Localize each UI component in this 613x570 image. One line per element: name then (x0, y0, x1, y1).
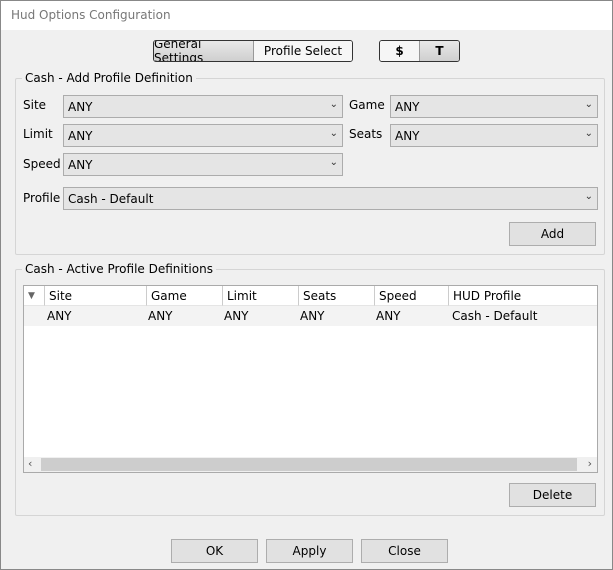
chevron-down-icon: ⌄ (329, 157, 338, 168)
profile-value: Cash - Default (68, 192, 154, 206)
chevron-down-icon: ⌄ (584, 191, 593, 202)
delete-button[interactable]: Delete (509, 483, 596, 507)
column-header-site[interactable]: Site (44, 286, 146, 306)
site-combo[interactable]: ANY ⌄ (63, 95, 343, 118)
mode-toggle: $ T (379, 40, 460, 62)
seats-label: Seats (349, 127, 383, 141)
seats-combo[interactable]: ANY ⌄ (390, 124, 598, 147)
title-bar: Hud Options Configuration (0, 0, 613, 30)
cell-speed: ANY (376, 309, 401, 323)
cell-site: ANY (47, 309, 72, 323)
settings-tabs: General Settings Profile Select (153, 40, 353, 62)
chevron-down-icon: ⌄ (584, 128, 593, 139)
profile-label: Profile (23, 191, 61, 205)
add-profile-group-title: Cash - Add Profile Definition (22, 71, 196, 85)
apply-button[interactable]: Apply (266, 539, 353, 563)
column-header-seats[interactable]: Seats (298, 286, 374, 306)
tab-profile-select[interactable]: Profile Select (254, 41, 352, 61)
chevron-down-icon: ⌄ (329, 99, 338, 110)
tab-general-settings[interactable]: General Settings (154, 41, 254, 61)
seats-value: ANY (395, 129, 420, 143)
game-combo[interactable]: ANY ⌄ (390, 95, 598, 118)
column-header-hud-profile[interactable]: HUD Profile (448, 286, 597, 306)
limit-value: ANY (68, 129, 93, 143)
scroll-left-icon[interactable]: ‹ (28, 457, 32, 470)
cell-limit: ANY (224, 309, 249, 323)
chevron-down-icon: ⌄ (584, 99, 593, 110)
column-header-game[interactable]: Game (146, 286, 222, 306)
sort-dropdown-icon[interactable]: ▼ (24, 286, 44, 306)
scrollbar-thumb[interactable] (41, 458, 577, 471)
tournament-mode-button[interactable]: T (420, 41, 459, 61)
active-profiles-group-title: Cash - Active Profile Definitions (22, 262, 216, 276)
game-value: ANY (395, 100, 420, 114)
limit-label: Limit (23, 127, 53, 141)
speed-combo[interactable]: ANY ⌄ (63, 153, 343, 176)
ok-button[interactable]: OK (171, 539, 258, 563)
horizontal-scrollbar[interactable]: ‹ › (24, 457, 597, 472)
scroll-right-icon[interactable]: › (588, 457, 592, 470)
column-header-limit[interactable]: Limit (222, 286, 298, 306)
active-profiles-table: ▼ Site Game Limit Seats Speed HUD Profil… (23, 285, 598, 473)
add-button[interactable]: Add (509, 222, 596, 246)
site-label: Site (23, 98, 47, 112)
column-header-speed[interactable]: Speed (374, 286, 448, 306)
chevron-down-icon: ⌄ (329, 128, 338, 139)
cell-hud-profile: Cash - Default (452, 309, 538, 323)
speed-label: Speed (23, 157, 61, 171)
table-row[interactable]: ANY ANY ANY ANY ANY Cash - Default (24, 306, 597, 326)
site-value: ANY (68, 100, 93, 114)
cell-seats: ANY (300, 309, 325, 323)
game-label: Game (349, 98, 385, 112)
window-title: Hud Options Configuration (11, 8, 171, 22)
cell-game: ANY (148, 309, 173, 323)
cash-mode-button[interactable]: $ (380, 41, 420, 61)
limit-combo[interactable]: ANY ⌄ (63, 124, 343, 147)
speed-value: ANY (68, 158, 93, 172)
close-button[interactable]: Close (361, 539, 448, 563)
profile-combo[interactable]: Cash - Default ⌄ (63, 187, 598, 210)
